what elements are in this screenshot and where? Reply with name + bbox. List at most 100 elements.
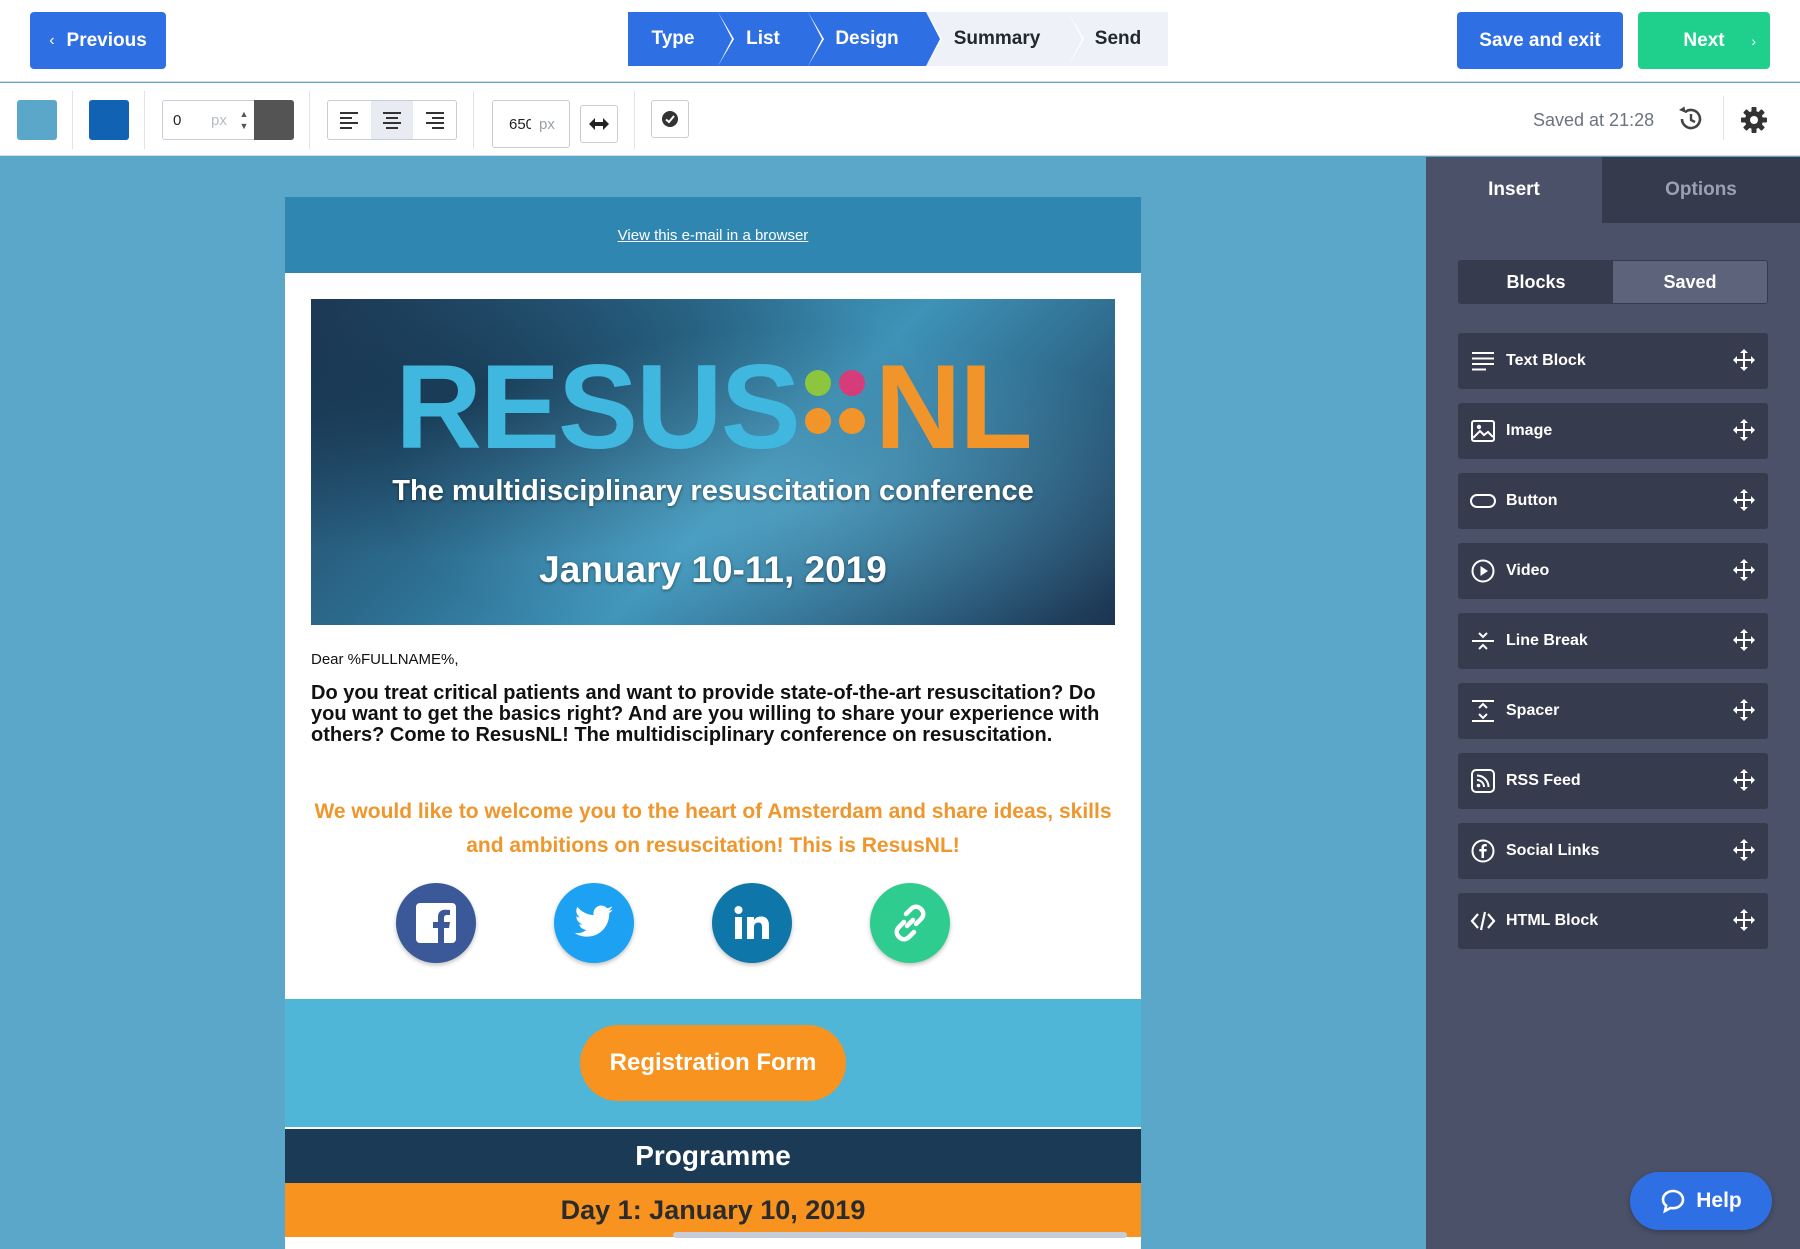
next-button-label: Next [1683, 29, 1725, 51]
block-label: Social Links [1506, 842, 1600, 859]
twitter-icon [574, 905, 614, 937]
block-text[interactable]: Text Block [1458, 333, 1768, 389]
next-button[interactable]: Next › [1638, 12, 1770, 69]
background-color-swatch[interactable] [17, 100, 57, 140]
block-image[interactable]: Image [1458, 403, 1768, 459]
email-preview[interactable]: View this e-mail in a browser RESUS NL Th… [285, 197, 1141, 1249]
align-left-button[interactable] [328, 101, 371, 139]
block-button[interactable]: Button [1458, 473, 1768, 529]
content-color-swatch[interactable] [89, 100, 129, 140]
help-label: Help [1696, 1189, 1742, 1212]
block-label: Video [1506, 562, 1550, 579]
view-in-browser-link[interactable]: View this e-mail in a browser [618, 227, 809, 244]
play-icon [1471, 559, 1495, 583]
block-html[interactable]: HTML Block [1458, 893, 1768, 949]
block-label: Spacer [1506, 702, 1560, 719]
saved-status: Saved at 21:28 [1533, 110, 1655, 130]
step-design[interactable]: Design [808, 12, 942, 66]
block-line-break[interactable]: Line Break [1458, 613, 1768, 669]
block-label: Text Block [1506, 352, 1586, 369]
line-break-icon [1472, 632, 1494, 650]
insert-panel: Insert Options Blocks Saved Text Block I… [1426, 157, 1800, 1249]
block-label: Line Break [1506, 632, 1588, 649]
border-width-unit: px [211, 111, 227, 129]
move-icon[interactable] [1732, 558, 1756, 582]
twitter-link[interactable] [554, 883, 634, 963]
banner-tagline: The multidisciplinary resuscitation conf… [392, 475, 1034, 507]
move-icon[interactable] [1732, 348, 1756, 372]
button-shape-icon [1470, 494, 1496, 508]
align-right-button[interactable] [413, 101, 456, 139]
move-icon[interactable] [1732, 418, 1756, 442]
tab-options[interactable]: Options [1602, 157, 1800, 223]
tab-insert[interactable]: Insert [1426, 157, 1602, 223]
align-center-button[interactable] [370, 101, 414, 139]
toolbar-divider [473, 91, 474, 149]
chat-bubble-icon [1661, 1189, 1685, 1214]
email-width-value: 650 [509, 115, 531, 133]
step-type-label: Type [651, 28, 695, 49]
resusnl-logo: RESUS NL [395, 340, 1032, 474]
step-send-label: Send [1094, 28, 1142, 49]
panel-tabs: Insert Options [1426, 157, 1800, 223]
help-button[interactable]: Help [1630, 1172, 1772, 1230]
block-spacer[interactable]: Spacer [1458, 683, 1768, 739]
toolbar-divider [634, 91, 635, 149]
border-width-value: 0 [173, 111, 182, 129]
greeting-text[interactable]: Dear %FULLNAME%, [311, 651, 459, 668]
email-width-unit: px [539, 115, 555, 133]
text-lines-icon [1472, 352, 1494, 371]
facebook-circle-icon [1471, 839, 1495, 863]
image-icon [1471, 420, 1495, 442]
align-center-icon [383, 112, 401, 129]
email-width-input[interactable]: 650 px [492, 100, 570, 148]
wizard-steps: Type List Design Summary Send [628, 12, 1168, 66]
move-icon[interactable] [1732, 908, 1756, 932]
code-icon [1470, 911, 1496, 931]
previous-button-label: Previous [66, 29, 147, 51]
conference-banner-image[interactable]: RESUS NL The multidisciplinary resuscitat… [311, 299, 1115, 625]
block-social-links[interactable]: Social Links [1458, 823, 1768, 879]
step-summary[interactable]: Summary [926, 12, 1084, 66]
intro-paragraph[interactable]: Do you treat critical patients and want … [311, 683, 1115, 746]
segment-blocks[interactable]: Blocks [1459, 261, 1613, 303]
check-toggle-button[interactable] [651, 100, 689, 138]
chevron-left-icon: ‹ [49, 31, 55, 49]
link-icon [894, 904, 926, 942]
block-label: Image [1506, 422, 1553, 439]
day1-heading[interactable]: Day 1: January 10, 2019 [285, 1183, 1141, 1237]
programme-heading[interactable]: Programme [285, 1129, 1141, 1183]
segment-saved[interactable]: Saved [1613, 261, 1767, 303]
welcome-paragraph[interactable]: We would like to welcome you to the hear… [311, 795, 1115, 863]
horizontal-scrollbar[interactable] [673, 1232, 1127, 1238]
toolbar-divider [309, 91, 310, 149]
block-rss-feed[interactable]: RSS Feed [1458, 753, 1768, 809]
move-icon[interactable] [1732, 838, 1756, 862]
blocks-saved-toggle: Blocks Saved [1458, 260, 1768, 304]
step-summary-label: Summary [953, 28, 1041, 49]
save-and-exit-button[interactable]: Save and exit [1457, 12, 1623, 69]
design-toolbar: 0 px ▲ ▼ 650 px [0, 83, 1800, 156]
move-icon[interactable] [1732, 768, 1756, 792]
top-bar: ‹ Previous Type List Design Summary Send… [0, 0, 1800, 82]
linkedin-link[interactable] [712, 883, 792, 963]
website-link[interactable] [870, 883, 950, 963]
full-width-toggle-button[interactable] [580, 105, 618, 143]
border-color-swatch[interactable] [254, 100, 294, 140]
move-icon[interactable] [1732, 488, 1756, 512]
rss-icon [1471, 769, 1495, 793]
history-icon[interactable] [1676, 104, 1706, 134]
previous-button[interactable]: ‹ Previous [30, 12, 166, 69]
stepper-arrows-icon[interactable]: ▲ ▼ [235, 103, 253, 137]
toolbar-divider [72, 91, 73, 149]
facebook-link[interactable] [396, 883, 476, 963]
block-video[interactable]: Video [1458, 543, 1768, 599]
block-label: RSS Feed [1506, 772, 1581, 789]
block-label: Button [1506, 492, 1558, 509]
move-icon[interactable] [1732, 698, 1756, 722]
gear-icon[interactable] [1739, 105, 1769, 135]
step-type[interactable]: Type [628, 12, 734, 66]
registration-form-button[interactable]: Registration Form [580, 1025, 846, 1101]
move-icon[interactable] [1732, 628, 1756, 652]
border-width-input[interactable]: 0 px ▲ ▼ [162, 100, 294, 140]
